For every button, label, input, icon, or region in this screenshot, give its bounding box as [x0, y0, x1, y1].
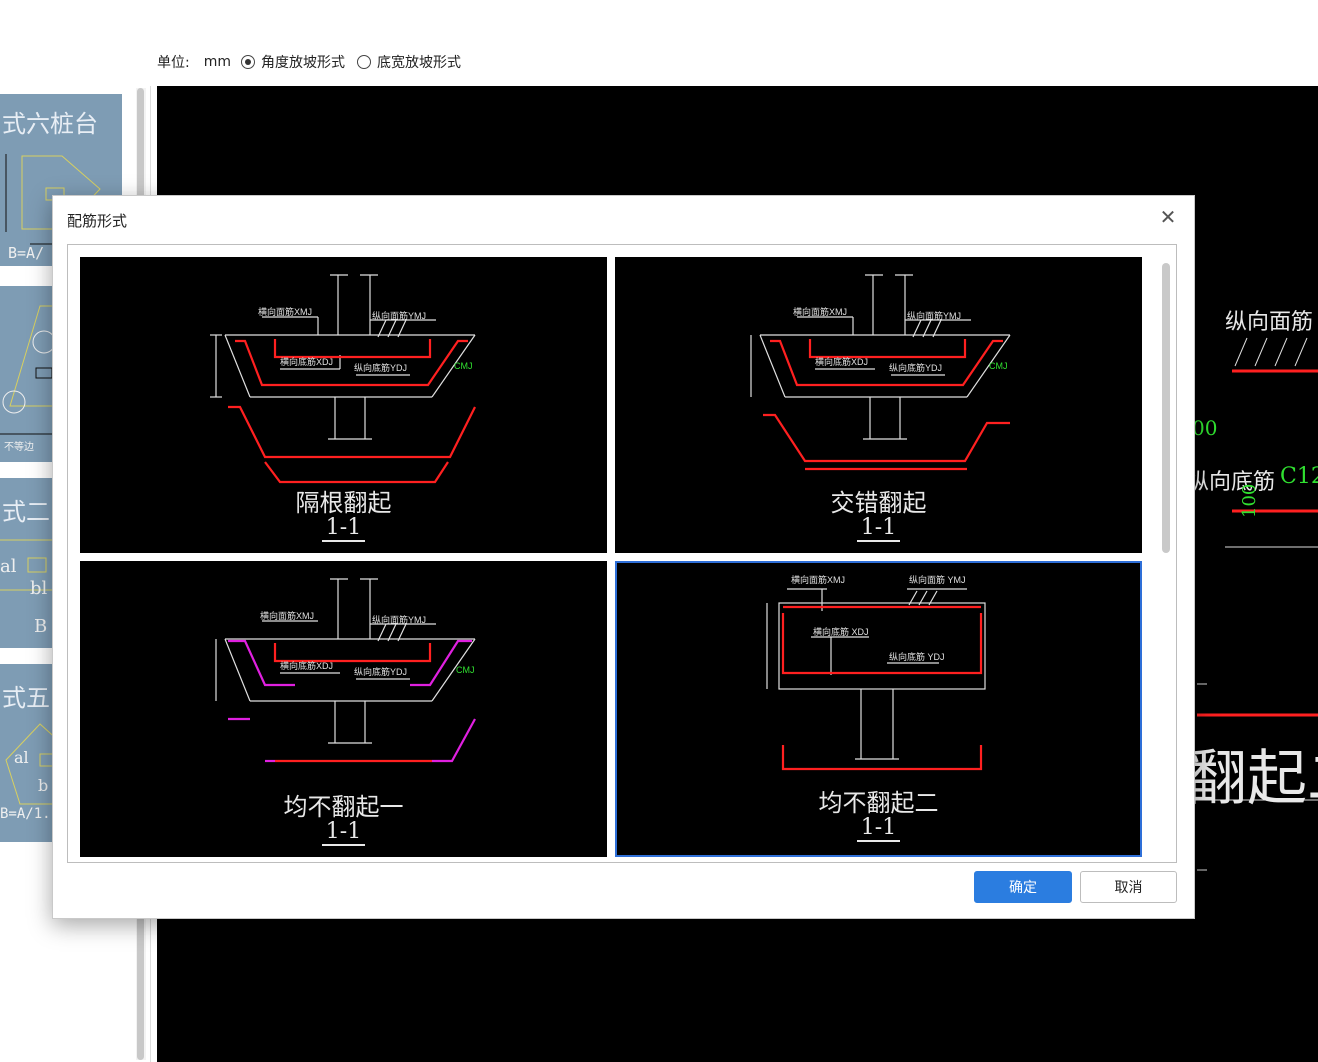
- drawing-label-v-top: 纵向面筋 YMJ: [909, 574, 966, 585]
- drawing-label-h-top: 横向面筋XMJ: [791, 574, 845, 585]
- template-thumb-b: bl: [30, 578, 48, 599]
- canvas-dim-label: 100: [1239, 483, 1260, 518]
- drawing-label-h-bot: 横向底筋XDJ: [280, 660, 333, 671]
- drawing-label-v-bot: 纵向底筋YDJ: [354, 362, 407, 373]
- canvas-num-label: 00: [1192, 416, 1218, 440]
- template-thumb-formula: B=A/: [8, 244, 45, 262]
- radio-angle-slope[interactable]: [241, 55, 255, 69]
- top-toolbar: [0, 0, 1318, 86]
- radio-angle-slope-label[interactable]: 角度放坡形式: [261, 52, 345, 72]
- option-grid-scrollbar[interactable]: [1162, 263, 1170, 553]
- canvas-big-text: 翻起二: [1187, 744, 1318, 814]
- option-name: 均不翻起一: [283, 793, 404, 821]
- template-thumb-c: B: [34, 616, 48, 637]
- drawing-label-v-top: 纵向面筋YMJ: [907, 310, 961, 321]
- unit-value: mm: [203, 54, 231, 70]
- drawing-label-cmj: CMJ: [454, 361, 473, 371]
- canvas-bottom-label: 纵向底筋: [1187, 470, 1276, 495]
- option-section: 1-1: [321, 819, 366, 846]
- option-section-wrap: 1-1: [80, 515, 607, 542]
- cancel-button[interactable]: 取消: [1080, 871, 1177, 903]
- template-thumb-formula: B=A/1.: [0, 806, 51, 822]
- option-grid: 横向面筋XMJ 纵向面筋YMJ 横向底筋XDJ 纵向底筋YDJ CMJ 隔根翻起…: [67, 244, 1177, 863]
- option-section: 1-1: [856, 815, 901, 842]
- option-name: 交错翻起: [830, 489, 927, 517]
- radio-width-slope[interactable]: [357, 55, 371, 69]
- template-thumb-b: b: [38, 776, 49, 795]
- drawing-label-h-bot: 横向底筋 XDJ: [813, 626, 869, 637]
- option-name: 隔根翻起: [295, 489, 392, 517]
- option-card-2[interactable]: 横向面筋XMJ 纵向面筋YMJ 横向底筋XDJ 纵向底筋YDJ CMJ 交错翻起…: [615, 257, 1142, 553]
- option-section: 1-1: [856, 515, 901, 542]
- close-icon[interactable]: ✕: [1157, 206, 1179, 228]
- template-thumb-note: 不等边: [4, 442, 34, 453]
- drawing-label-h-top: 横向面筋XMJ: [260, 610, 314, 621]
- template-thumb-a: al: [0, 556, 17, 577]
- ok-button[interactable]: 确定: [974, 871, 1072, 903]
- drawing-label-v-top: 纵向面筋YMJ: [372, 614, 426, 625]
- drawing-label-h-bot: 横向底筋XDJ: [815, 356, 868, 367]
- drawing-label-v-bot: 纵向底筋YDJ: [354, 666, 407, 677]
- drawing-label-h-top: 横向面筋XMJ: [258, 306, 312, 317]
- drawing-label-v-bot: 纵向底筋YDJ: [889, 362, 942, 373]
- option-section-wrap: 1-1: [615, 515, 1142, 542]
- radio-width-slope-label[interactable]: 底宽放坡形式: [377, 52, 461, 72]
- rebar-form-dialog: 配筋形式 ✕ 横向面筋XMJ 纵向面筋YMJ 横向底筋XDJ 纵向底筋YDJ C…: [52, 195, 1195, 919]
- option-section-wrap: 1-1: [617, 815, 1140, 842]
- drawing-label-h-bot: 横向底筋XDJ: [280, 356, 333, 367]
- drawing-label-h-top: 横向面筋XMJ: [793, 306, 847, 317]
- template-thumb-title: 式二: [2, 498, 50, 526]
- option-card-4[interactable]: 横向面筋XMJ 纵向面筋 YMJ 横向底筋 XDJ 纵向底筋 YDJ 均不翻起二…: [615, 561, 1142, 857]
- template-thumb-title: 式五: [2, 684, 50, 712]
- dialog-title: 配筋形式: [67, 212, 128, 230]
- drawing-label-v-bot: 纵向底筋 YDJ: [889, 651, 945, 662]
- template-thumb-a: al: [14, 748, 29, 767]
- template-thumb-title: 式六桩台: [2, 110, 98, 138]
- option-section-wrap: 1-1: [80, 819, 607, 846]
- option-section: 1-1: [321, 515, 366, 542]
- option-card-1[interactable]: 横向面筋XMJ 纵向面筋YMJ 横向底筋XDJ 纵向底筋YDJ CMJ 隔根翻起…: [80, 257, 607, 553]
- canvas-bottom-code: C12: [1280, 464, 1318, 489]
- option-card-3[interactable]: 横向面筋XMJ 纵向面筋YMJ 横向底筋XDJ 纵向底筋YDJ CMJ 均不翻起…: [80, 561, 607, 857]
- unit-row: 单位: mm 角度放坡形式 底宽放坡形式: [157, 52, 461, 72]
- option-name: 均不翻起二: [818, 789, 939, 817]
- drawing-label-v-top: 纵向面筋YMJ: [372, 310, 426, 321]
- drawing-label-cmj: CMJ: [989, 361, 1008, 371]
- drawing-label-cmj: CMJ: [456, 665, 475, 675]
- unit-label: 单位:: [157, 55, 190, 71]
